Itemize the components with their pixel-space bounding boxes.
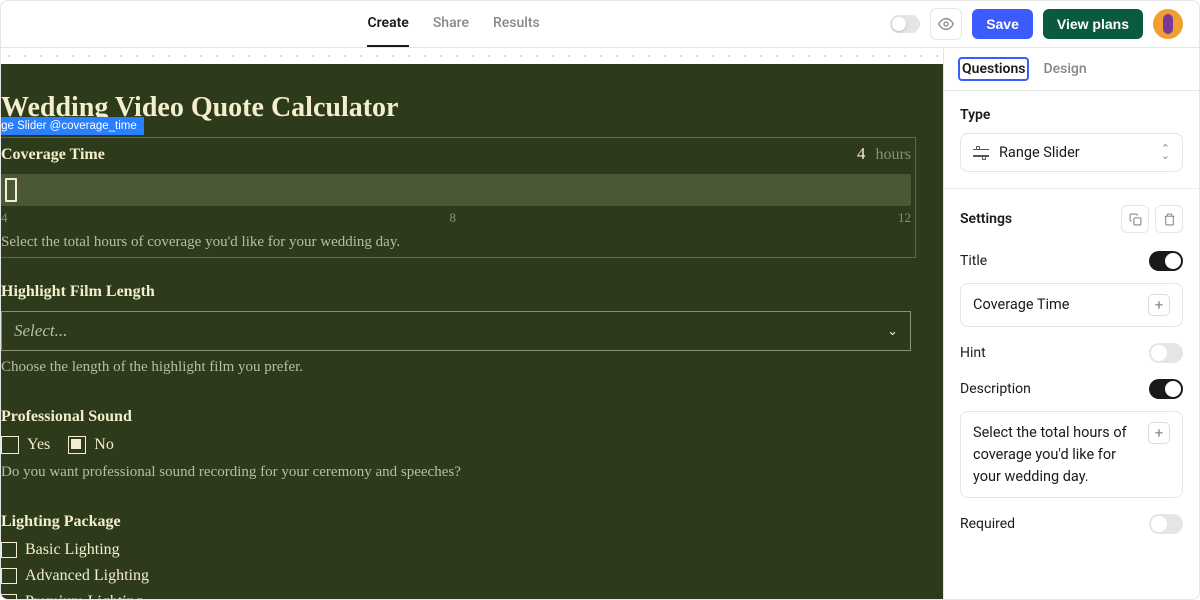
required-setting-label: Required	[960, 516, 1015, 532]
q1-title: Coverage Time	[1, 146, 105, 164]
q2-dropdown[interactable]: Select... ⌄	[1, 311, 911, 351]
sidebar-tab-design[interactable]: Design	[1041, 59, 1088, 79]
q4-title: Lighting Package	[1, 513, 121, 531]
chevron-updown-icon: ⌃⌄	[1161, 146, 1170, 159]
checkbox-icon	[1, 542, 17, 558]
delete-button[interactable]	[1155, 205, 1183, 233]
title-input-value: Coverage Time	[973, 294, 1069, 316]
eye-icon	[938, 16, 954, 32]
question-coverage-time[interactable]: Range Slider @coverage_time Coverage Tim…	[1, 138, 915, 257]
q4-option-advanced[interactable]: Advanced Lighting	[1, 567, 911, 585]
slider-handle[interactable]	[5, 178, 17, 202]
save-button[interactable]: Save	[972, 9, 1033, 39]
copy-icon	[1129, 213, 1142, 226]
canvas-area[interactable]: Wedding Video Quote Calculator Range Sli…	[1, 48, 944, 599]
type-select[interactable]: Range Slider ⌃⌄	[960, 133, 1183, 172]
title-toggle[interactable]	[1149, 251, 1183, 271]
publish-toggle[interactable]	[890, 15, 920, 33]
description-input-value: Select the total hours of coverage you'd…	[973, 422, 1140, 487]
description-setting-label: Description	[960, 381, 1031, 397]
description-add-button[interactable]: +	[1148, 422, 1170, 444]
checkbox-icon	[1, 568, 17, 584]
q3-description: Do you want professional sound recording…	[1, 464, 911, 481]
sidebar: Questions Design Type Range Slider ⌃⌄ Se…	[944, 48, 1199, 599]
q1-description: Select the total hours of coverage you'd…	[1, 234, 911, 251]
radio-icon	[1, 436, 19, 454]
slider-max: 12	[898, 210, 911, 226]
title-add-button[interactable]: +	[1148, 294, 1170, 316]
settings-label: Settings	[960, 211, 1012, 227]
checkbox-icon	[1, 594, 17, 599]
slider-min: 4	[1, 210, 8, 226]
question-professional-sound[interactable]: Professional Sound Yes No Do you want pr…	[1, 402, 915, 487]
topbar: Create Share Results Save View plans	[1, 1, 1199, 48]
range-slider[interactable]	[1, 174, 911, 206]
q4-option-premium[interactable]: Premium Lighting	[1, 593, 911, 599]
chevron-down-icon: ⌄	[887, 323, 898, 339]
q2-placeholder: Select...	[14, 321, 67, 341]
description-toggle[interactable]	[1149, 379, 1183, 399]
q2-title: Highlight Film Length	[1, 283, 155, 301]
radio-icon	[68, 436, 86, 454]
tab-share[interactable]: Share	[433, 1, 469, 47]
hint-setting-label: Hint	[960, 345, 986, 361]
preview-button[interactable]	[930, 8, 962, 40]
question-highlight-length[interactable]: Highlight Film Length Select... ⌄ Choose…	[1, 277, 915, 382]
hint-toggle[interactable]	[1149, 343, 1183, 363]
type-label: Type	[960, 107, 1183, 123]
slider-mid: 8	[450, 210, 457, 226]
question-lighting-package[interactable]: Lighting Package Basic Lighting Advanced…	[1, 507, 915, 599]
description-input[interactable]: Select the total hours of coverage you'd…	[960, 411, 1183, 498]
q1-value: 4	[857, 144, 866, 163]
required-toggle[interactable]	[1149, 514, 1183, 534]
title-input[interactable]: Coverage Time +	[960, 283, 1183, 327]
q1-unit: hours	[875, 146, 911, 163]
duplicate-button[interactable]	[1121, 205, 1149, 233]
type-value: Range Slider	[999, 144, 1080, 161]
slider-icon	[973, 146, 989, 160]
q3-option-yes[interactable]: Yes	[1, 436, 50, 454]
tab-results[interactable]: Results	[493, 1, 540, 47]
title-setting-label: Title	[960, 253, 987, 269]
avatar[interactable]	[1153, 9, 1183, 39]
trash-icon	[1163, 213, 1176, 226]
q3-option-no[interactable]: No	[68, 436, 114, 454]
tab-create[interactable]: Create	[367, 1, 408, 47]
q4-option-basic[interactable]: Basic Lighting	[1, 541, 911, 559]
q2-description: Choose the length of the highlight film …	[1, 359, 911, 376]
view-plans-button[interactable]: View plans	[1043, 9, 1143, 39]
q3-title: Professional Sound	[1, 408, 132, 426]
sidebar-tab-questions[interactable]: Questions	[960, 59, 1027, 79]
block-tag: Range Slider @coverage_time	[1, 117, 144, 135]
